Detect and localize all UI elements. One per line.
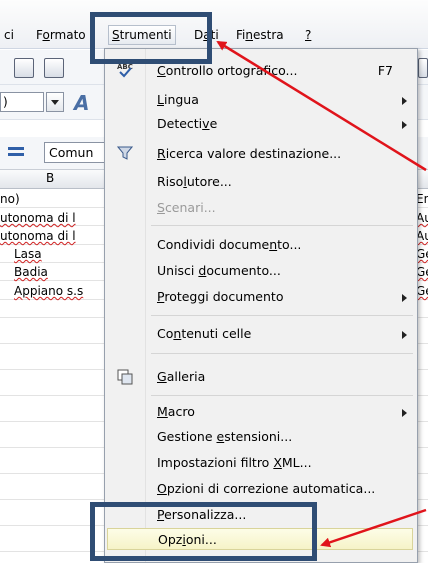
strumenti-dropdown-menu: ABC Controllo ortografico... F7 Lingua D…	[104, 48, 418, 563]
menu-item-risolutore[interactable]: Risolutore...	[145, 171, 415, 193]
cell-b6[interactable]: Appiano s.s	[14, 283, 83, 300]
menu-ci[interactable]: ci	[4, 26, 14, 44]
cell-a1[interactable]: no)	[0, 191, 20, 208]
menu-help[interactable]: ?	[305, 26, 311, 44]
menu-item-detective[interactable]: Detective	[145, 113, 415, 135]
formula-input-value: Comun	[49, 145, 94, 160]
submenu-arrow-icon	[402, 409, 407, 417]
formula-input[interactable]: Comun	[44, 142, 106, 163]
menu-item-galleria[interactable]: Galleria	[145, 366, 415, 388]
menu-separator	[151, 395, 413, 396]
spellcheck-icon: ABC	[117, 63, 133, 78]
print-preview-icon[interactable]	[44, 58, 64, 78]
menu-finestra[interactable]: Finestra	[236, 26, 284, 44]
menu-item-macro[interactable]: Macro	[145, 401, 415, 423]
menu-item-ricerca-valore[interactable]: Ricerca valore destinazione...	[145, 143, 415, 165]
equals-icon[interactable]	[8, 147, 24, 150]
menu-icon-gutter	[105, 49, 146, 562]
menu-separator	[151, 353, 413, 354]
shortcut-f7: F7	[377, 63, 393, 78]
menu-item-opzioni-correzione[interactable]: Opzioni di correzione automatica...	[145, 478, 415, 500]
cell-a3[interactable]: utonoma di l	[0, 228, 76, 245]
submenu-arrow-icon	[402, 331, 407, 339]
menu-formato[interactable]: Formato	[36, 26, 86, 44]
cell-b5[interactable]: Badia	[14, 264, 48, 281]
annotation-box-strumenti	[90, 12, 212, 64]
save-icon[interactable]	[14, 58, 34, 78]
zoom-combo[interactable]: )	[0, 92, 44, 112]
menu-item-scenari: Scenari...	[157, 200, 216, 215]
font-color-icon[interactable]: A	[74, 91, 89, 115]
menu-item-unisci-documento[interactable]: Unisci documento...	[145, 260, 415, 282]
cell-b4[interactable]: Lasa	[14, 246, 42, 263]
menu-item-gestione-estensioni[interactable]: Gestione estensioni...	[145, 426, 415, 448]
gallery-icon	[117, 369, 133, 385]
annotation-box-opzioni	[90, 502, 317, 561]
submenu-arrow-icon	[402, 97, 407, 105]
menu-item-impostazioni-filtro-xml[interactable]: Impostazioni filtro XML...	[145, 452, 415, 474]
zoom-dropdown-button[interactable]	[46, 92, 64, 112]
zoom-value: )	[3, 95, 8, 109]
submenu-arrow-icon	[402, 294, 407, 302]
menu-item-lingua[interactable]: Lingua	[145, 89, 415, 111]
menu-bar: ci Formato Strumenti Dati Finestra ?	[0, 0, 428, 49]
column-header-b[interactable]: B	[46, 171, 54, 185]
cell-a2[interactable]: utonoma di l	[0, 210, 76, 227]
menu-item-contenuti-celle[interactable]: Contenuti celle	[145, 323, 415, 345]
toolbar-icon-edge[interactable]	[418, 58, 428, 78]
goal-seek-icon	[117, 146, 133, 160]
menu-item-condividi-documento[interactable]: Condividi documento...	[145, 234, 415, 256]
menu-separator	[151, 225, 413, 226]
menu-item-proteggi-documento[interactable]: Proteggi documento	[145, 286, 415, 308]
chevron-down-icon	[51, 100, 59, 105]
menu-separator	[151, 315, 413, 316]
submenu-arrow-icon	[402, 121, 407, 129]
